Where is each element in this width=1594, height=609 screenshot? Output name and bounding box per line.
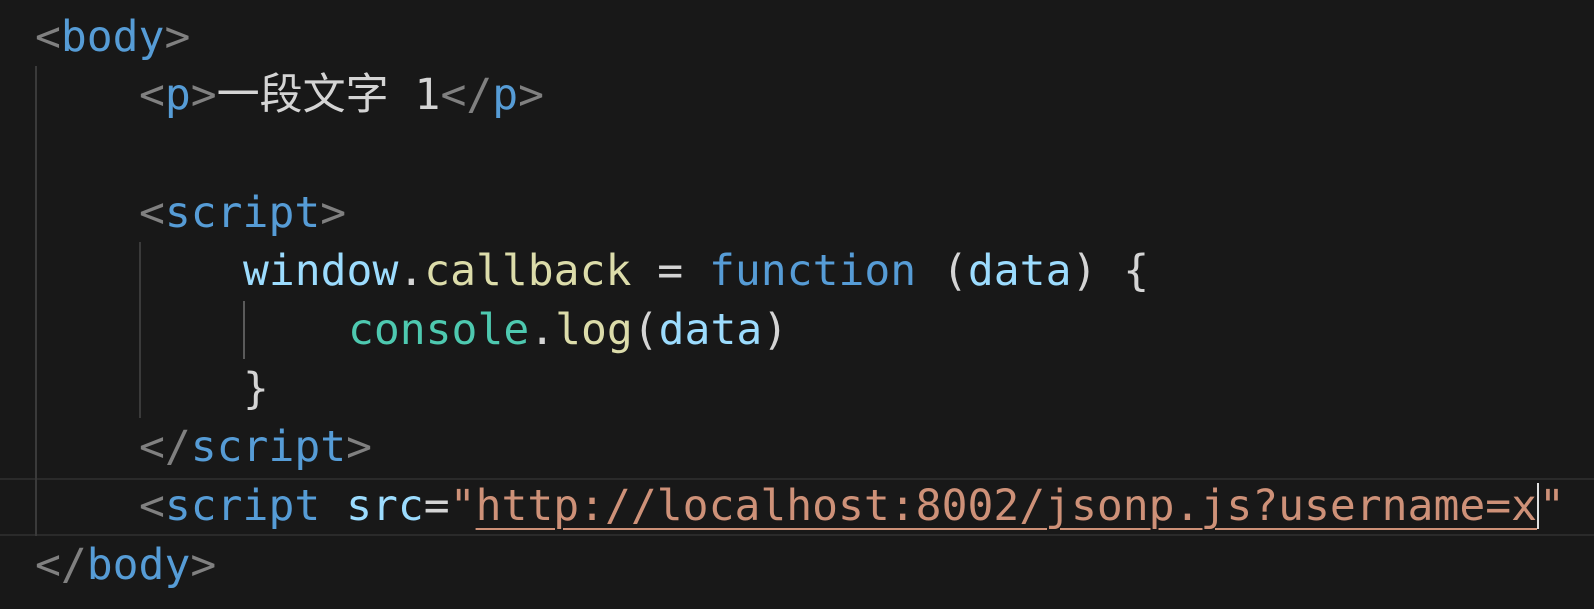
tag-name-body: body [60,12,165,62]
keyword-function: function [709,246,917,296]
tag-name-p: p [164,70,191,120]
tag-bracket-open: < [139,188,165,238]
paren-close: ) [1071,246,1098,296]
tag-bracket-close: > [190,540,217,590]
tag-bracket-close: > [190,70,217,120]
assignment-operator: = [631,246,710,296]
paren-close: ) [762,305,789,355]
tag-bracket-open: < [35,12,61,62]
paren-open: ( [916,246,968,296]
tag-bracket-open: </ [35,540,87,590]
identifier-window: window [243,246,399,296]
code-line-6[interactable]: console.log(data) [348,301,788,359]
tag-bracket-open: </ [139,422,191,472]
parameter-data: data [967,246,1072,296]
code-line-8[interactable]: </script> [139,418,372,476]
brace-open: { [1097,246,1150,296]
indent-guide-script [139,242,141,418]
closing-tag-bracket-close: > [518,70,545,120]
string-quote-open: " [449,481,476,531]
closing-tag-bracket-open: </ [440,70,493,120]
indent-guide-function [243,301,245,359]
tag-name-script: script [164,481,321,531]
indent-guide-body [35,66,37,536]
code-line-7[interactable]: } [243,360,269,418]
method-log: log [555,305,633,355]
tag-name-body: body [86,540,191,590]
tag-name-script: script [164,188,321,238]
tag-bracket-close: > [320,188,347,238]
code-line-5[interactable]: window.callback = function (data) { [243,242,1149,300]
code-line-9[interactable]: <script src="http://localhost:8002/jsonp… [139,477,1565,535]
code-line-2[interactable]: <p>一段文字 1</p> [139,66,544,124]
tag-bracket-close: > [346,422,373,472]
paragraph-text: 一段文字 1 [216,70,441,120]
tag-name-script: script [190,422,347,472]
code-editor[interactable]: <body> <p>一段文字 1</p> <script> window.cal… [0,0,1594,609]
identifier-console: console [348,305,530,355]
src-url-link[interactable]: http://localhost:8002/jsonp.js?username=… [476,481,1537,531]
tag-bracket-close: > [164,12,191,62]
code-line-1[interactable]: <body> [35,8,190,66]
dot-operator: . [529,305,556,355]
closing-tag-name-p: p [492,70,519,120]
tag-bracket-open: < [139,481,165,531]
paren-open: ( [632,305,659,355]
dot-operator: . [398,246,425,296]
tag-bracket-open: < [139,70,165,120]
code-line-10[interactable]: </body> [35,536,216,594]
argument-data: data [658,305,763,355]
brace-close: } [243,364,269,414]
string-quote-close: " [1539,481,1565,531]
identifier-callback: callback [424,246,632,296]
attribute-src: src [346,481,424,531]
attribute-equals: = [423,481,450,531]
code-line-4[interactable]: <script> [139,184,346,242]
